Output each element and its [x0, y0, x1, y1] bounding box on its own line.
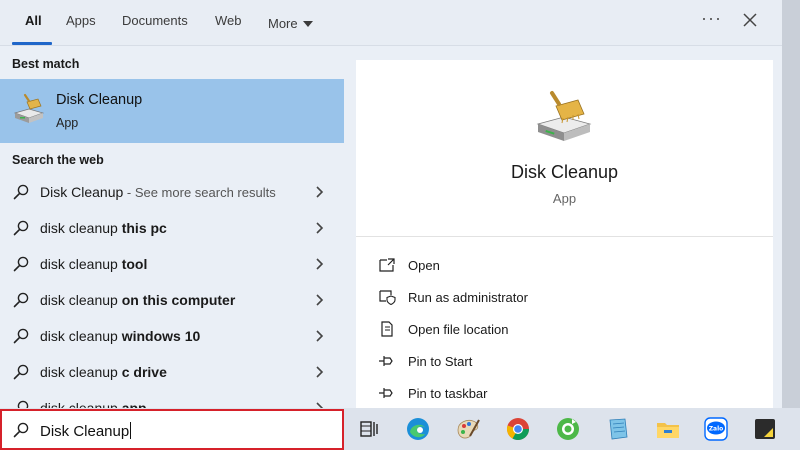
pin-to-start-action[interactable]: Pin to Start — [378, 350, 758, 374]
web-section-heading: Search the web — [12, 153, 104, 167]
svg-text:Zalo: Zalo — [709, 426, 724, 433]
open-icon — [379, 258, 395, 272]
pin-icon — [379, 356, 393, 366]
web-result-item[interactable]: disk cleanup tool — [0, 246, 344, 282]
web-result-text: disk cleanup tool — [40, 256, 148, 272]
more-options-icon[interactable]: ··· — [701, 8, 722, 28]
app-title: Disk Cleanup — [510, 162, 619, 182]
close-icon[interactable] — [743, 13, 757, 27]
web-result-item[interactable]: disk cleanup on this computer — [0, 282, 344, 318]
run-as-admin-action[interactable]: Run as administrator — [378, 286, 758, 310]
tab-more[interactable]: More — [268, 13, 313, 33]
search-icon — [13, 292, 29, 308]
web-result-text: disk cleanup c drive — [40, 364, 167, 380]
disk-cleanup-icon — [536, 91, 592, 141]
pin-icon — [379, 388, 393, 398]
best-match-name: Disk Cleanup — [56, 92, 143, 108]
search-icon — [17, 400, 29, 408]
results-list: Best match Disk Cleanup App Search the w… — [0, 47, 346, 408]
best-match-type: App — [56, 116, 79, 130]
chevron-right-icon[interactable] — [314, 294, 324, 306]
chevron-right-icon[interactable] — [314, 258, 324, 270]
shield-icon — [379, 290, 396, 305]
notepad-icon[interactable] — [605, 416, 631, 442]
search-icon — [13, 256, 29, 272]
file-location-icon — [381, 321, 393, 337]
web-result-item[interactable]: disk cleanup app — [0, 390, 344, 408]
active-tab-indicator — [12, 42, 52, 45]
app-details-pane: Disk Cleanup App Open Run as administrat… — [356, 60, 773, 408]
search-icon — [13, 422, 29, 438]
file-explorer-icon[interactable] — [655, 416, 681, 442]
text-cursor — [130, 422, 132, 439]
web-result-text: disk cleanup this pc — [40, 220, 167, 236]
search-icon — [13, 328, 29, 344]
task-view-icon[interactable] — [356, 416, 382, 442]
edge-icon[interactable] — [405, 416, 431, 442]
tab-all[interactable]: All — [25, 13, 42, 33]
background-window-edge — [782, 0, 800, 408]
divider — [356, 236, 773, 237]
tab-web[interactable]: Web — [215, 13, 242, 33]
coccoc-icon[interactable] — [555, 416, 581, 442]
web-result-text: Disk Cleanup - See more search results — [40, 184, 276, 200]
search-icon — [13, 220, 29, 236]
chevron-right-icon[interactable] — [314, 186, 324, 198]
chrome-icon[interactable] — [505, 416, 531, 442]
app-type: App — [552, 191, 577, 206]
web-result-item[interactable]: Disk Cleanup - See more search results — [0, 174, 344, 210]
best-match-item[interactable]: Disk Cleanup App — [0, 79, 344, 143]
search-tabs-bar: All Apps Documents Web More ··· — [0, 0, 782, 46]
tab-documents[interactable]: Documents — [122, 13, 188, 33]
web-result-item[interactable]: disk cleanup this pc — [0, 210, 344, 246]
disk-cleanup-icon — [13, 93, 45, 123]
web-result-text: disk cleanup windows 10 — [40, 328, 201, 344]
search-icon — [13, 184, 29, 200]
chevron-right-icon[interactable] — [314, 366, 324, 378]
sticky-notes-icon[interactable] — [752, 416, 778, 442]
best-match-heading: Best match — [12, 57, 80, 71]
chevron-right-icon[interactable] — [314, 222, 324, 234]
chevron-right-icon[interactable] — [314, 330, 324, 342]
tab-apps[interactable]: Apps — [66, 13, 96, 33]
web-result-item[interactable]: disk cleanup c drive — [0, 354, 344, 390]
open-action[interactable]: Open — [378, 254, 758, 278]
zalo-icon[interactable]: Zalo — [703, 416, 729, 442]
web-result-item[interactable]: disk cleanup windows 10 — [0, 318, 344, 354]
pin-to-taskbar-action[interactable]: Pin to taskbar — [378, 382, 758, 406]
web-result-text: disk cleanup on this computer — [40, 292, 236, 308]
search-icon — [13, 364, 29, 380]
chevron-down-icon — [302, 20, 313, 27]
open-file-location-action[interactable]: Open file location — [378, 318, 758, 342]
paint-icon[interactable] — [455, 416, 481, 442]
web-result-text: disk cleanup app — [40, 400, 147, 408]
search-query: Disk Cleanup — [40, 422, 132, 440]
search-input[interactable]: Disk Cleanup — [0, 409, 344, 450]
